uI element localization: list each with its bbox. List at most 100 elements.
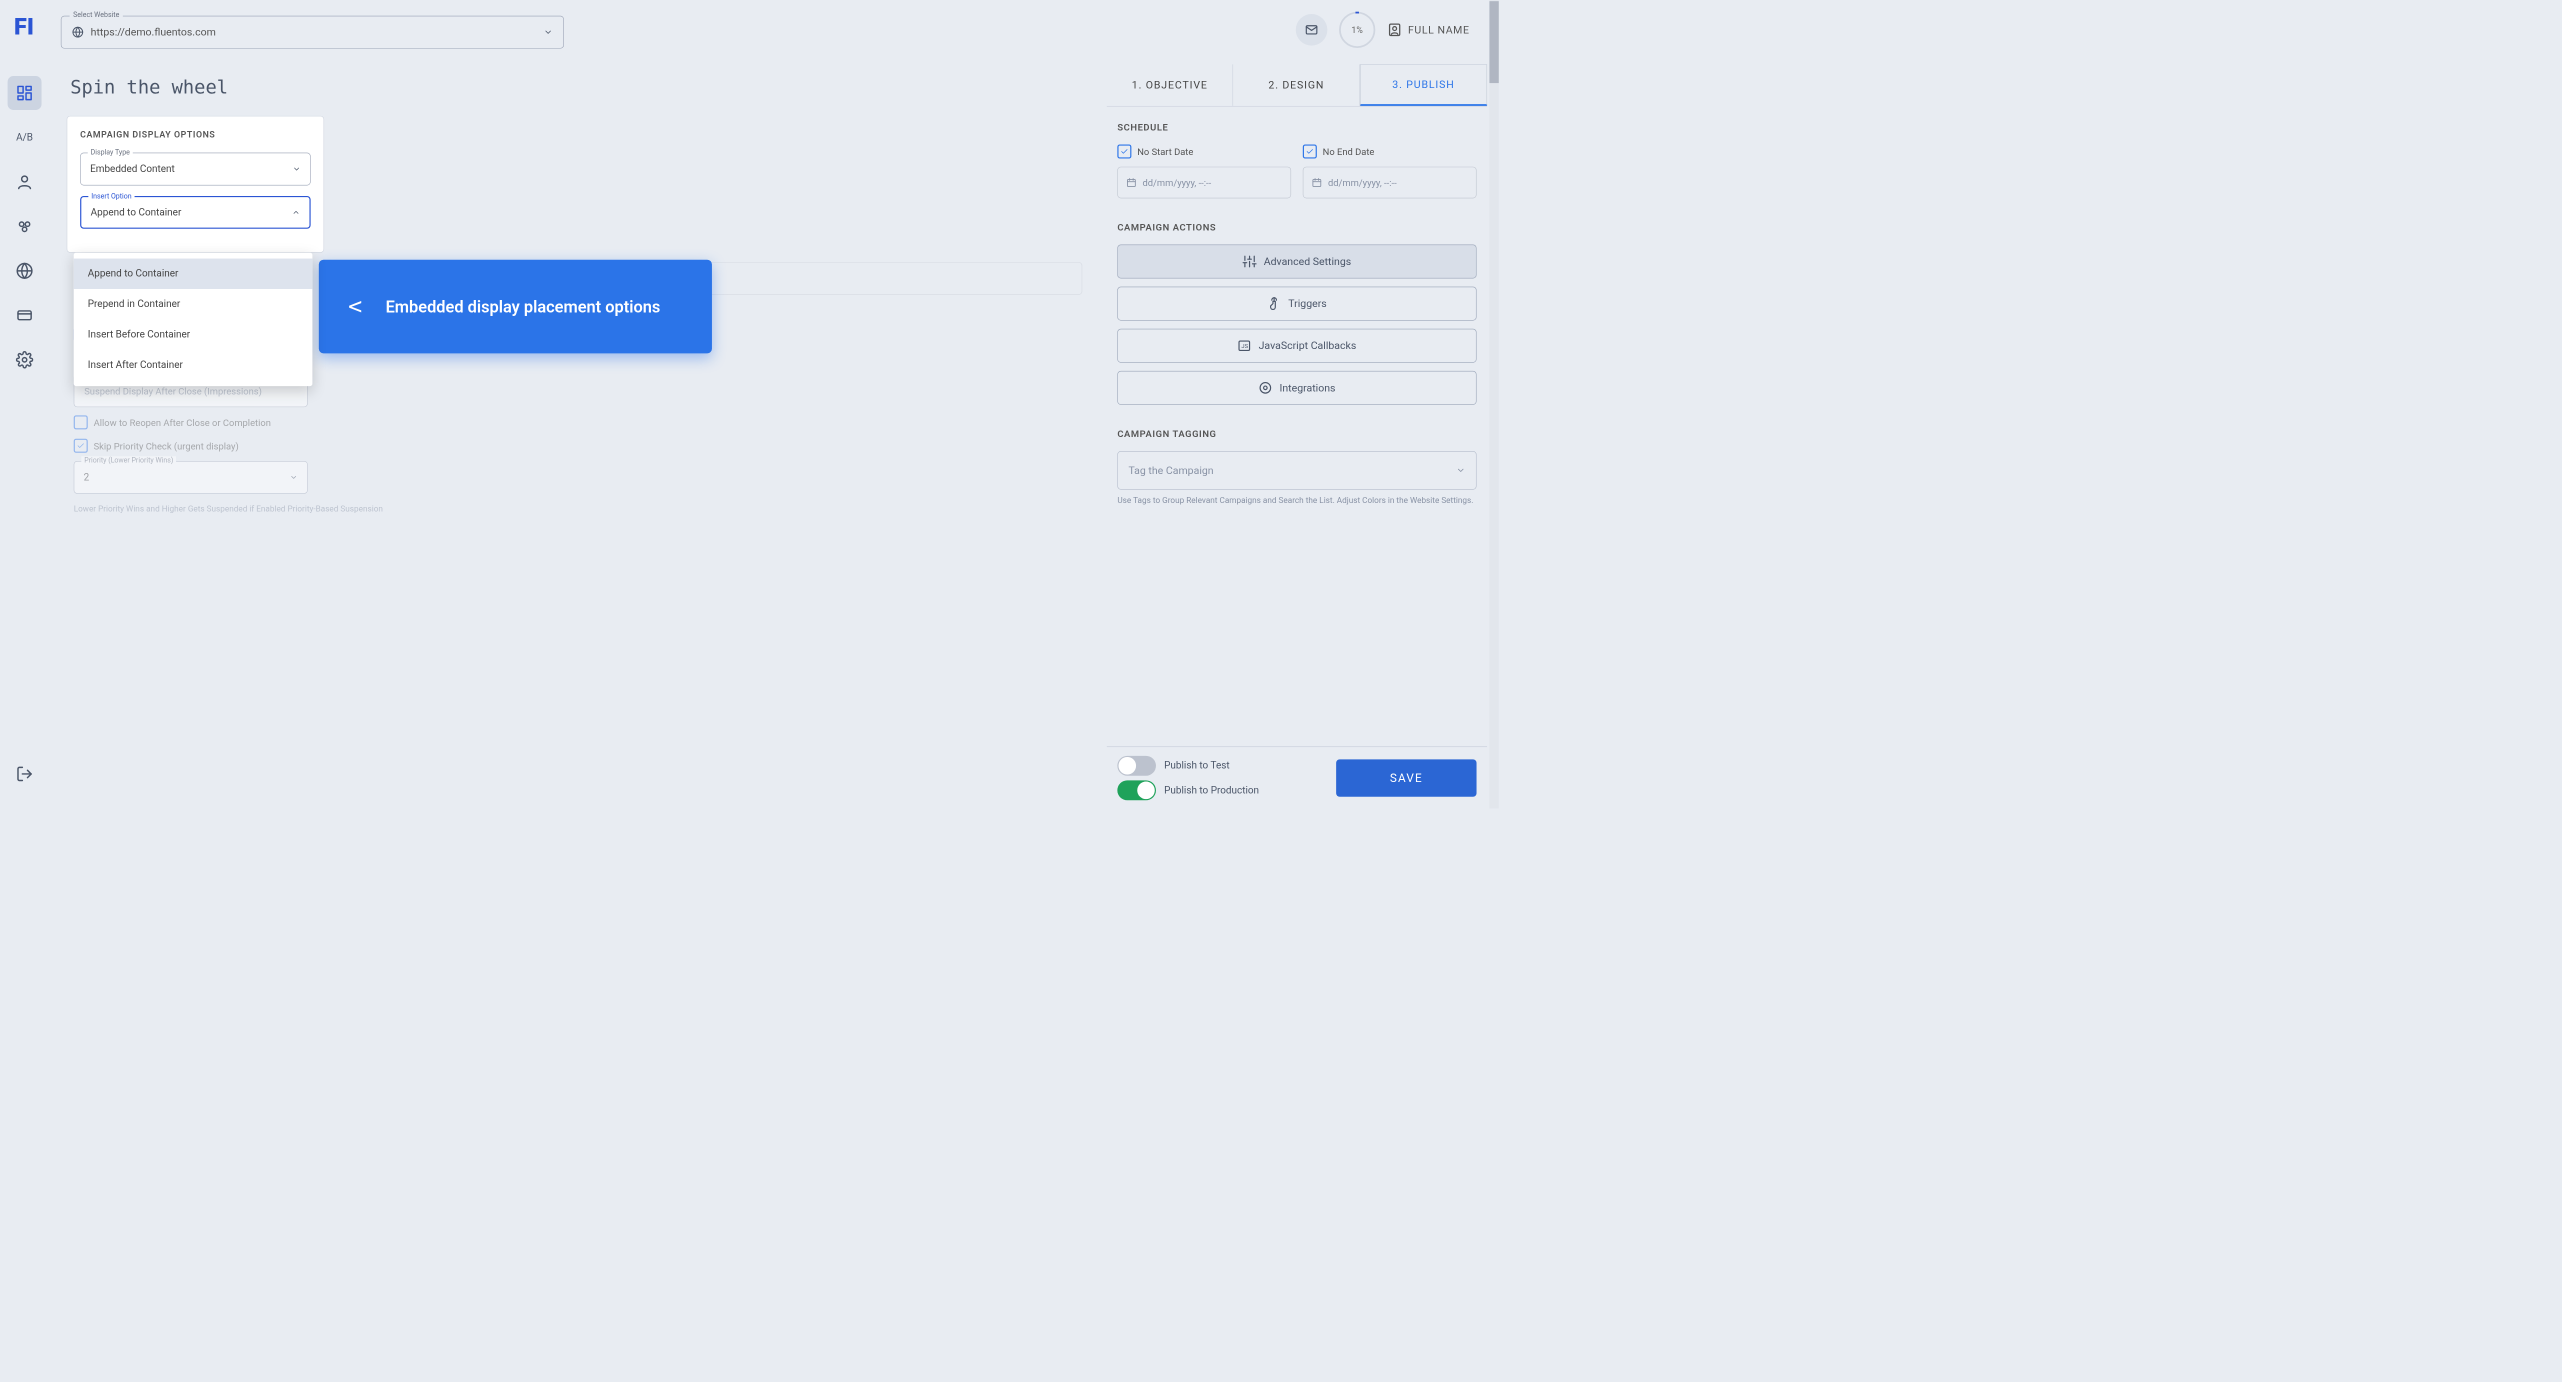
tag-input[interactable]: Tag the Campaign bbox=[1117, 451, 1476, 490]
page-title: Spin the wheel bbox=[70, 76, 1083, 98]
advanced-label: Advanced Settings bbox=[1264, 255, 1351, 267]
website-select[interactable]: Select Website https://demo.fluentos.com bbox=[61, 16, 564, 49]
nav-audience[interactable] bbox=[8, 209, 42, 243]
no-end-label: No End Date bbox=[1323, 146, 1375, 157]
right-panel: 1. OBJECTIVE 2. DESIGN 3. PUBLISH SCHEDU… bbox=[1107, 64, 1487, 808]
actions-title: CAMPAIGN ACTIONS bbox=[1117, 222, 1476, 233]
logout-icon bbox=[16, 765, 34, 783]
no-start-label: No Start Date bbox=[1137, 146, 1193, 157]
scrollbar-thumb[interactable] bbox=[1489, 1, 1498, 83]
end-date-placeholder: dd/mm/yyyy, --:-- bbox=[1328, 177, 1397, 188]
triggers-label: Triggers bbox=[1288, 297, 1326, 309]
nav-billing[interactable] bbox=[8, 298, 42, 332]
insert-option-label: Insert Option bbox=[88, 192, 134, 200]
tag-help-text: Use Tags to Group Relevant Campaigns and… bbox=[1117, 495, 1476, 506]
user-menu-button[interactable]: FULL NAME bbox=[1387, 22, 1470, 37]
tagging-title: CAMPAIGN TAGGING bbox=[1117, 428, 1476, 439]
arrow-left-icon: < bbox=[348, 293, 362, 320]
priority-help: Lower Priority Wins and Higher Gets Susp… bbox=[74, 504, 542, 513]
callout-text: Embedded display placement options bbox=[386, 297, 661, 316]
checkbox-icon bbox=[74, 439, 88, 453]
scrollbar[interactable] bbox=[1489, 0, 1498, 808]
globe-nav-icon bbox=[16, 262, 34, 280]
svg-text:JS: JS bbox=[1242, 344, 1249, 350]
tab-objective[interactable]: 1. OBJECTIVE bbox=[1107, 64, 1234, 106]
publish-footer: Publish to Test Publish to Production SA… bbox=[1107, 746, 1487, 808]
gear-icon bbox=[16, 351, 34, 369]
display-options-panel: CAMPAIGN DISPLAY OPTIONS Display Type Em… bbox=[67, 116, 324, 253]
display-options-title: CAMPAIGN DISPLAY OPTIONS bbox=[80, 129, 310, 140]
chevron-up-icon bbox=[292, 208, 300, 216]
globe-icon bbox=[72, 26, 84, 38]
publish-tabs: 1. OBJECTIVE 2. DESIGN 3. PUBLISH bbox=[1107, 64, 1487, 106]
dropdown-option-after[interactable]: Insert After Container bbox=[74, 350, 313, 380]
suspend-label: Suspend Display After Close (Impressions… bbox=[81, 386, 264, 397]
chevron-down-icon bbox=[290, 473, 298, 481]
progress-ring[interactable]: 1% bbox=[1339, 12, 1375, 48]
publish-test-label: Publish to Test bbox=[1164, 760, 1229, 772]
dropdown-option-before[interactable]: Insert Before Container bbox=[74, 319, 313, 349]
user-name: FULL NAME bbox=[1408, 24, 1470, 36]
reopen-label: Allow to Reopen After Close or Completio… bbox=[94, 417, 271, 428]
gear-icon bbox=[1258, 381, 1272, 395]
tab-publish[interactable]: 3. PUBLISH bbox=[1360, 64, 1487, 106]
progress-value: 1% bbox=[1351, 25, 1362, 36]
nav-users[interactable] bbox=[8, 165, 42, 199]
triggers-button[interactable]: Triggers bbox=[1117, 287, 1476, 321]
nav-websites[interactable] bbox=[8, 254, 42, 288]
tooltip-callout: < Embedded display placement options bbox=[319, 260, 712, 354]
website-select-label: Select Website bbox=[70, 11, 123, 19]
skip-priority-checkbox-row[interactable]: Skip Priority Check (urgent display) bbox=[74, 439, 308, 453]
tap-icon bbox=[1267, 297, 1281, 311]
dropdown-option-prepend[interactable]: Prepend in Container bbox=[74, 289, 313, 319]
schedule-title: SCHEDULE bbox=[1117, 122, 1476, 133]
chevron-down-icon bbox=[543, 27, 552, 36]
advanced-settings-button[interactable]: Advanced Settings bbox=[1117, 245, 1476, 279]
tab-design[interactable]: 2. DESIGN bbox=[1233, 64, 1360, 106]
nav-settings[interactable] bbox=[8, 343, 42, 377]
dropdown-option-append[interactable]: Append to Container bbox=[74, 259, 313, 289]
js-callbacks-button[interactable]: JS JavaScript Callbacks bbox=[1117, 329, 1476, 363]
publish-prod-toggle-row[interactable]: Publish to Production bbox=[1117, 780, 1259, 800]
publish-test-toggle-row[interactable]: Publish to Test bbox=[1117, 756, 1259, 776]
checkbox-icon bbox=[1303, 144, 1317, 158]
chevron-down-icon bbox=[1456, 466, 1465, 475]
display-type-label: Display Type bbox=[88, 148, 133, 156]
insert-option-value: Append to Container bbox=[91, 207, 182, 219]
insert-option-select[interactable]: Insert Option Append to Container bbox=[80, 196, 310, 229]
website-url: https://demo.fluentos.com bbox=[91, 26, 216, 38]
integrations-button[interactable]: Integrations bbox=[1117, 371, 1476, 405]
display-type-select[interactable]: Display Type Embedded Content bbox=[80, 153, 310, 186]
logo[interactable]: FI bbox=[9, 12, 38, 41]
nav-logout[interactable] bbox=[8, 757, 42, 791]
tag-placeholder: Tag the Campaign bbox=[1128, 464, 1213, 476]
user-icon bbox=[16, 173, 34, 191]
calendar-icon bbox=[1126, 177, 1137, 188]
save-button[interactable]: SAVE bbox=[1336, 759, 1476, 796]
priority-value: 2 bbox=[84, 472, 90, 484]
start-date-input[interactable]: dd/mm/yyyy, --:-- bbox=[1117, 167, 1291, 199]
integrations-label: Integrations bbox=[1279, 382, 1335, 394]
nav-dashboard[interactable] bbox=[8, 76, 42, 110]
no-end-date-checkbox[interactable]: No End Date bbox=[1303, 144, 1477, 158]
reopen-checkbox-row[interactable]: Allow to Reopen After Close or Completio… bbox=[74, 415, 308, 429]
card-icon bbox=[16, 307, 34, 325]
start-date-placeholder: dd/mm/yyyy, --:-- bbox=[1143, 177, 1212, 188]
mail-icon bbox=[1304, 23, 1318, 37]
end-date-input[interactable]: dd/mm/yyyy, --:-- bbox=[1303, 167, 1477, 199]
publish-prod-label: Publish to Production bbox=[1164, 784, 1259, 796]
priority-select[interactable]: Priority (Lower Priority Wins) 2 bbox=[74, 461, 308, 494]
toggle-on-icon bbox=[1117, 780, 1156, 800]
js-label: JavaScript Callbacks bbox=[1259, 340, 1357, 352]
skip-priority-label: Skip Priority Check (urgent display) bbox=[94, 440, 239, 451]
topbar: Select Website https://demo.fluentos.com… bbox=[49, 0, 1487, 64]
mail-button[interactable] bbox=[1296, 14, 1328, 46]
calendar-icon bbox=[1312, 177, 1323, 188]
nav-ab-testing[interactable]: A/B bbox=[8, 121, 42, 155]
sliders-icon bbox=[1243, 254, 1257, 268]
no-start-date-checkbox[interactable]: No Start Date bbox=[1117, 144, 1291, 158]
code-icon: JS bbox=[1238, 339, 1252, 353]
toggle-off-icon bbox=[1117, 756, 1156, 776]
insert-option-dropdown: Append to Container Prepend in Container… bbox=[74, 253, 313, 386]
group-icon bbox=[16, 218, 34, 236]
